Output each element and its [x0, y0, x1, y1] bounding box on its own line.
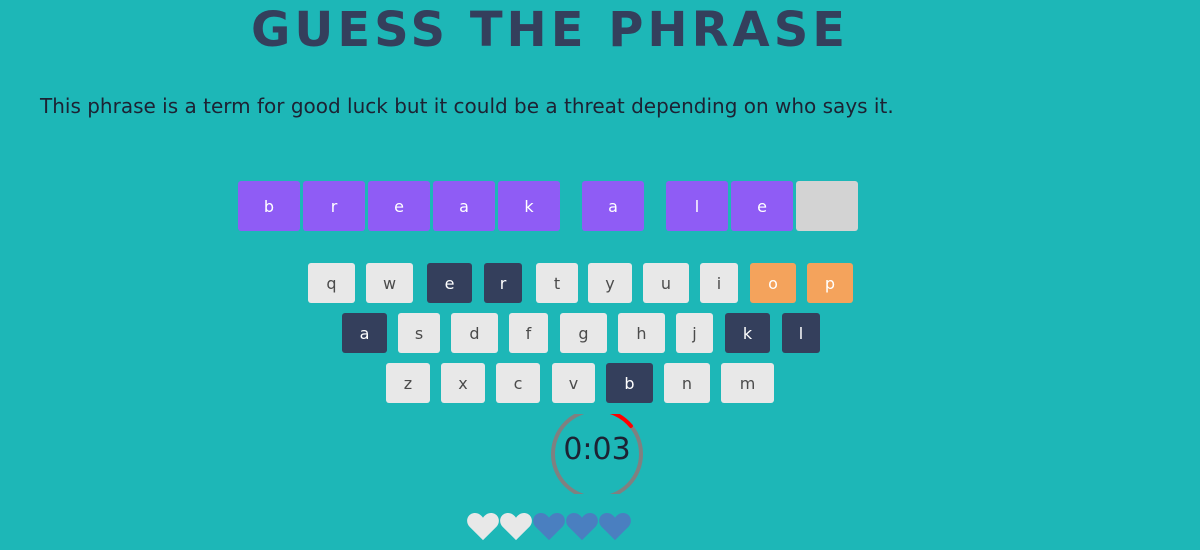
key-g[interactable]: g — [560, 313, 607, 353]
phrase-hint: This phrase is a term for good luck but … — [40, 94, 894, 118]
heart-icon — [500, 513, 532, 541]
keyboard-row-1: q w e r t y u i o p — [308, 263, 853, 303]
phrase-tile: a — [433, 181, 495, 231]
key-f[interactable]: f — [509, 313, 548, 353]
key-t[interactable]: t — [536, 263, 578, 303]
phrase-tile — [796, 181, 858, 231]
key-i[interactable]: i — [700, 263, 738, 303]
key-s[interactable]: s — [398, 313, 440, 353]
key-k[interactable]: k — [725, 313, 770, 353]
timer-readout: 0:03 — [563, 432, 631, 467]
phrase-tile: k — [498, 181, 560, 231]
key-c[interactable]: c — [496, 363, 540, 403]
key-x[interactable]: x — [441, 363, 485, 403]
key-u[interactable]: u — [643, 263, 689, 303]
phrase-tile: b — [238, 181, 300, 231]
key-z[interactable]: z — [386, 363, 430, 403]
phrase-tile: e — [368, 181, 430, 231]
key-o[interactable]: o — [750, 263, 796, 303]
game-title: GUESS THE PHRASE — [250, 2, 850, 58]
key-y[interactable]: y — [588, 263, 632, 303]
key-h[interactable]: h — [618, 313, 665, 353]
heart-icon — [566, 513, 598, 541]
key-r[interactable]: r — [484, 263, 522, 303]
key-q[interactable]: q — [308, 263, 355, 303]
key-j[interactable]: j — [676, 313, 713, 353]
countdown-timer: 0:03 — [549, 414, 645, 494]
key-e[interactable]: e — [427, 263, 472, 303]
key-n[interactable]: n — [664, 363, 710, 403]
phrase-tile: e — [731, 181, 793, 231]
heart-icon — [599, 513, 631, 541]
phrase-tile: r — [303, 181, 365, 231]
key-v[interactable]: v — [552, 363, 595, 403]
key-w[interactable]: w — [366, 263, 413, 303]
keyboard-row-2: a s d f g h j k l — [342, 313, 820, 353]
phrase-tile: a — [582, 181, 644, 231]
key-l[interactable]: l — [782, 313, 820, 353]
key-m[interactable]: m — [721, 363, 774, 403]
keyboard-row-3: z x c v b n m — [386, 363, 774, 403]
key-d[interactable]: d — [451, 313, 498, 353]
heart-icon — [533, 513, 565, 541]
heart-icon — [467, 513, 499, 541]
key-a[interactable]: a — [342, 313, 387, 353]
key-p[interactable]: p — [807, 263, 853, 303]
phrase-tile: l — [666, 181, 728, 231]
key-b[interactable]: b — [606, 363, 653, 403]
timer-progress-arc — [609, 414, 633, 428]
